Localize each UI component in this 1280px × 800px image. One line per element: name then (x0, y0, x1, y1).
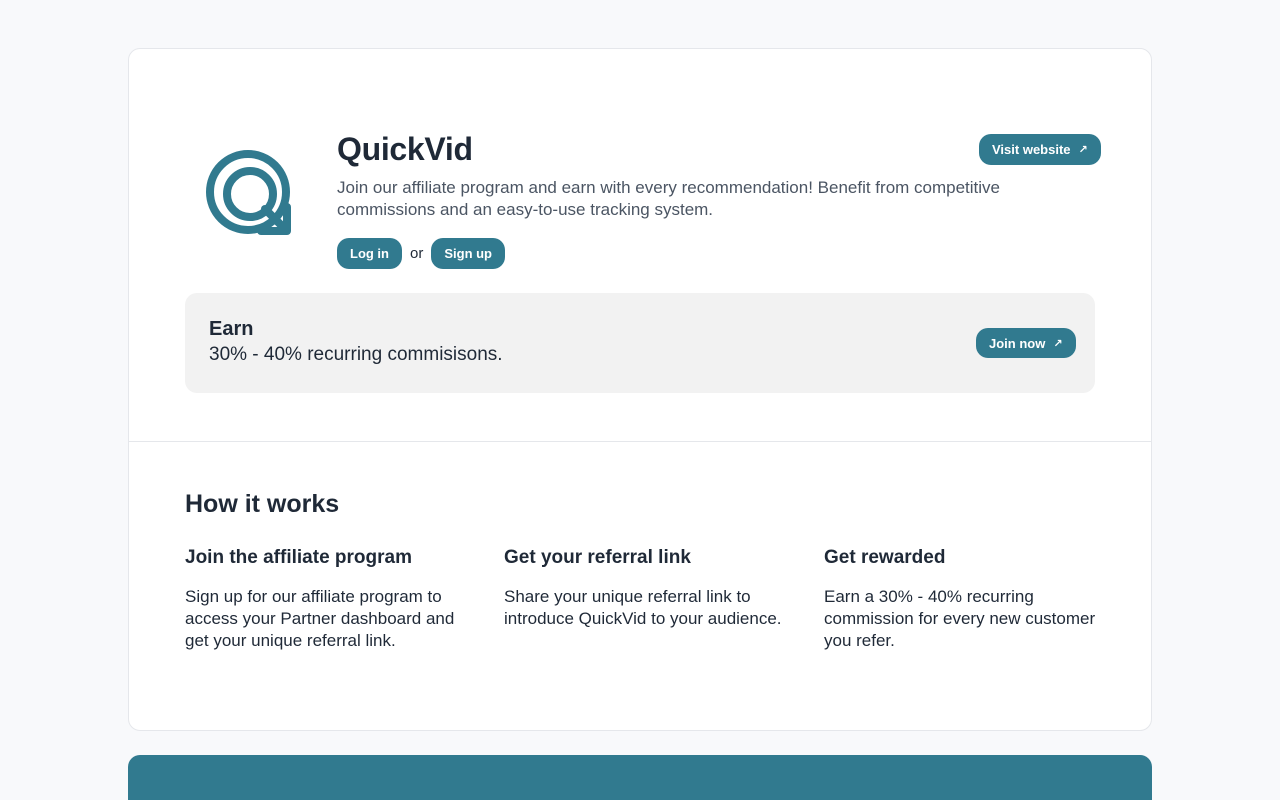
step-text: Earn a 30% - 40% recurring commission fo… (824, 587, 1096, 650)
brand-title: QuickVid (337, 131, 473, 167)
signup-button[interactable]: Sign up (431, 238, 506, 269)
login-button[interactable]: Log in (337, 238, 402, 269)
join-now-button[interactable]: Join now ↗ (976, 328, 1076, 358)
footer-banner (128, 755, 1152, 800)
arrow-up-right-icon: ↗ (1053, 337, 1063, 350)
step-title: Get your referral link (504, 547, 691, 568)
how-it-works-title: How it works (185, 490, 340, 518)
step-rewarded: Get rewarded Earn a 30% - 40% recurring … (824, 547, 1104, 652)
step-text: Share your unique referral link to intro… (504, 587, 782, 628)
step-title: Get rewarded (824, 547, 946, 568)
earn-box: Earn 30% - 40% recurring commisisons. Jo… (185, 293, 1095, 393)
section-divider (129, 441, 1151, 442)
signup-label: Sign up (444, 246, 493, 261)
login-label: Log in (350, 246, 389, 261)
join-now-label: Join now (989, 335, 1046, 351)
visit-website-label: Visit website (992, 142, 1071, 157)
step-join: Join the affiliate program Sign up for o… (185, 547, 465, 652)
brand-description: Join our affiliate program and earn with… (337, 178, 1001, 219)
visit-website-button[interactable]: Visit website ↗ (979, 134, 1101, 165)
quickvid-logo-icon (206, 150, 291, 235)
step-referral-link: Get your referral link Share your unique… (504, 547, 784, 630)
step-title: Join the affiliate program (185, 547, 412, 568)
earn-text: 30% - 40% recurring commisisons. (209, 344, 503, 365)
step-text: Sign up for our affiliate program to acc… (185, 587, 455, 650)
arrow-up-right-icon: ↗ (1078, 144, 1088, 156)
hero-section: QuickVid Join our affiliate program and … (129, 49, 1151, 442)
earn-title: Earn (209, 318, 254, 340)
auth-row: Log in or Sign up (337, 238, 506, 269)
affiliate-card: QuickVid Join our affiliate program and … (128, 48, 1152, 731)
or-text: or (410, 245, 424, 262)
